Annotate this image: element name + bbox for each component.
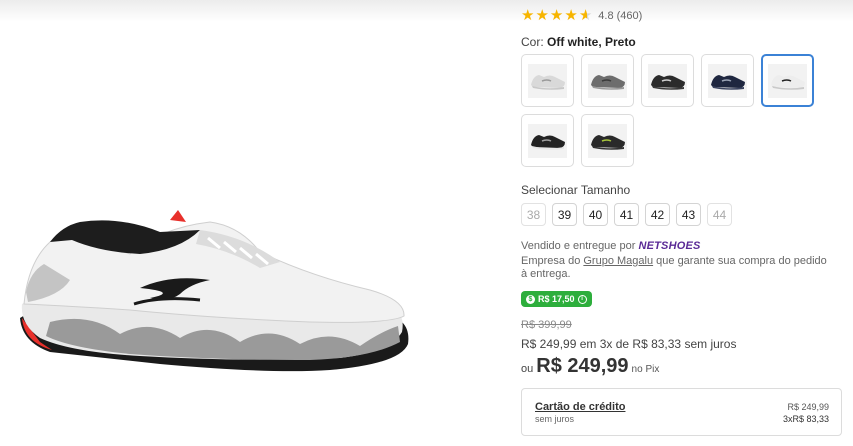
color-swatch-selected[interactable] (761, 54, 814, 107)
payment-option-total: R$ 249,99 (787, 402, 829, 412)
size-option[interactable]: 41 (614, 203, 639, 226)
star-icon: ★ (535, 7, 549, 24)
star-icon: ★ (549, 7, 564, 24)
product-image (20, 210, 409, 372)
color-swatch[interactable] (581, 54, 634, 107)
size-option[interactable]: 38 (521, 203, 546, 226)
seller-info: Vendido e entregue por NETSHOES (521, 240, 701, 252)
pix-prefix: ou (521, 363, 534, 375)
selected-color-name: Off white, Preto (547, 35, 636, 49)
swatch-thumbnail (708, 63, 747, 98)
color-label: Cor: (521, 35, 544, 49)
original-price: R$ 399,99 (521, 319, 572, 331)
swatch-thumbnail (528, 63, 567, 98)
rating-value: 4.8 (460) (598, 10, 643, 22)
half-star-icon: ★ (578, 7, 593, 24)
grupo-magalu-link[interactable]: Grupo Magalu (583, 255, 653, 267)
size-option[interactable]: 44 (707, 203, 732, 226)
cashback-amount: R$ 17,50 (538, 294, 575, 304)
pix-price: R$ 249,99 (536, 355, 629, 377)
swatch-thumbnail (648, 63, 687, 98)
info-icon: i (577, 294, 587, 304)
pix-price-line: ou R$ 249,99 no Pix (521, 355, 659, 378)
cashback-badge[interactable]: $ R$ 17,50 i (521, 291, 592, 307)
size-option[interactable]: 42 (645, 203, 670, 226)
size-option[interactable]: 40 (583, 203, 608, 226)
product-image-gallery[interactable] (0, 22, 505, 446)
color-swatch[interactable] (521, 114, 574, 167)
seller-prefix: Vendido e entregue por (521, 240, 636, 252)
empresa-prefix: Empresa do (521, 255, 581, 267)
star-icon: ★ (521, 7, 535, 24)
color-swatch[interactable] (521, 54, 574, 107)
product-info-panel: ★ ★ ★ ★ ★ 4.8 (460) Cor: Off white, Pret… (521, 0, 853, 446)
group-guarantee-text: Empresa do Grupo Magalu que garante sua … (521, 255, 831, 281)
size-option[interactable]: 43 (676, 203, 701, 226)
swatch-thumbnail (588, 123, 627, 158)
swatch-thumbnail (768, 63, 807, 98)
color-selection-label: Cor: Off white, Preto (521, 35, 636, 49)
swatch-thumbnail (588, 63, 627, 98)
product-rating[interactable]: ★ ★ ★ ★ ★ 4.8 (460) (521, 8, 642, 24)
payment-option-installment: 3xR$ 83,33 (782, 414, 829, 424)
color-swatch[interactable] (701, 54, 754, 107)
rating-stars: ★ ★ ★ ★ ★ (521, 8, 592, 24)
color-swatch[interactable] (641, 54, 694, 107)
cashback-icon: $ (526, 294, 535, 304)
size-options: 38 39 40 41 42 43 44 (521, 203, 732, 226)
color-swatch[interactable] (581, 114, 634, 167)
size-selector-label: Selecionar Tamanho (521, 183, 631, 197)
payment-option-subtitle: sem juros (535, 414, 575, 424)
swatch-thumbnail (528, 123, 567, 158)
star-icon: ★ (564, 7, 578, 24)
pix-suffix: no Pix (631, 364, 660, 375)
payment-option-title[interactable]: Cartão de crédito (535, 401, 625, 413)
size-option[interactable]: 39 (552, 203, 577, 226)
seller-brand: NETSHOES (638, 240, 701, 252)
payment-option-card[interactable]: Cartão de crédito sem juros R$ 249,99 3x… (521, 388, 842, 436)
installment-price: R$ 249,99 em 3x de R$ 83,33 sem juros (521, 337, 737, 351)
